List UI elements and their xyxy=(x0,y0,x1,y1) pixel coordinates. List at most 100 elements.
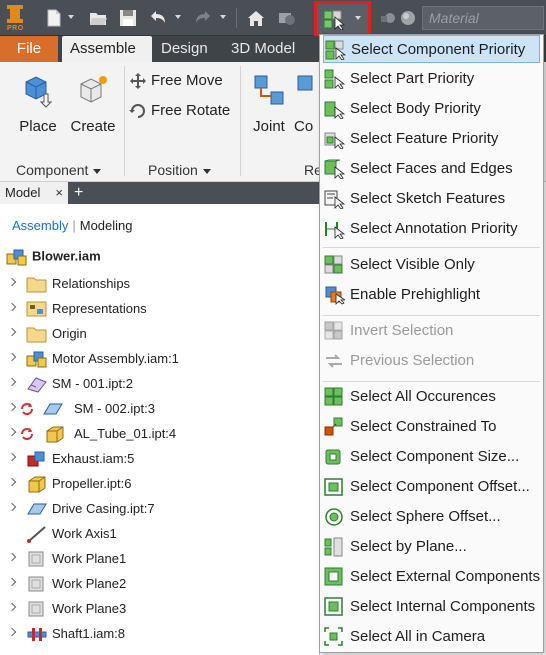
tree-item-label: Representations xyxy=(52,301,147,316)
menu-item-previous-selection: Previous Selection xyxy=(323,347,540,375)
menu-item-label: Select Component Priority xyxy=(351,41,526,58)
menu-item-select-component-size[interactable]: Select Component Size... xyxy=(323,443,540,471)
panel-component-label[interactable]: Component xyxy=(16,162,102,178)
chevron-right-icon[interactable] xyxy=(7,477,17,487)
tree-item-work-plane1[interactable]: Work Plane1 xyxy=(0,547,320,572)
sheet-metal-icon xyxy=(27,377,47,393)
tree-item-work-plane3[interactable]: Work Plane3 xyxy=(0,597,320,622)
select-component-icon xyxy=(323,10,345,30)
close-icon[interactable]: × xyxy=(55,182,63,204)
menu-item-select-external-components[interactable]: Select External Components xyxy=(323,563,540,591)
chevron-right-icon[interactable] xyxy=(7,552,17,562)
representations-icon xyxy=(26,301,47,317)
constrain-button[interactable]: Co xyxy=(294,72,320,135)
menu-item-select-sphere-offset[interactable]: Select Sphere Offset... xyxy=(323,503,540,531)
tree-root[interactable]: Blower.iam xyxy=(6,248,101,266)
material-sphere-icon[interactable] xyxy=(398,8,418,28)
save-icon[interactable] xyxy=(118,8,138,28)
tab-file[interactable]: File xyxy=(0,36,58,62)
undo-icon[interactable] xyxy=(148,8,168,28)
tab-3d-model[interactable]: 3D Model xyxy=(223,36,303,62)
joint-button[interactable]: Joint xyxy=(248,72,290,135)
external-components-icon xyxy=(324,567,343,586)
root-label: Blower.iam xyxy=(32,248,101,264)
tab-model[interactable]: Model × xyxy=(0,182,68,204)
home-icon[interactable] xyxy=(246,8,266,28)
redo-dropdown-icon[interactable] xyxy=(220,15,226,19)
tree-item-motor-assembly[interactable]: Motor Assembly.iam:1 xyxy=(0,347,320,372)
create-button[interactable]: Create xyxy=(68,72,118,135)
tree-item-drive-casing[interactable]: Drive Casing.ipt:7 xyxy=(0,497,320,522)
chevron-right-icon[interactable] xyxy=(7,327,17,337)
menu-item-select-feature-priority[interactable]: Select Feature Priority xyxy=(323,125,540,153)
app-logo[interactable]: PRO xyxy=(4,3,26,33)
panel-divider xyxy=(240,66,241,176)
selection-priority-button[interactable] xyxy=(314,1,371,36)
menu-item-select-all-occurences[interactable]: Select All Occurences xyxy=(323,383,540,411)
menu-item-select-faces-and-edges[interactable]: Select Faces and Edges xyxy=(323,155,540,183)
menu-item-select-internal-components[interactable]: Select Internal Components xyxy=(323,593,540,621)
tree-item-propeller[interactable]: Propeller.ipt:6 xyxy=(0,472,320,497)
chevron-right-icon[interactable] xyxy=(7,402,17,412)
menu-item-enable-prehighlight[interactable]: Enable Prehighlight xyxy=(323,281,540,309)
update-icon[interactable] xyxy=(276,8,296,28)
tab-design[interactable]: Design xyxy=(153,36,216,62)
material-dropdown[interactable]: Material xyxy=(422,6,544,30)
tree-item-work-plane2[interactable]: Work Plane2 xyxy=(0,572,320,597)
chevron-right-icon[interactable] xyxy=(7,577,17,587)
menu-item-label: Select Faces and Edges xyxy=(350,160,513,177)
menu-item-select-body-priority[interactable]: Select Body Priority xyxy=(323,95,540,123)
free-move-button[interactable]: Free Move xyxy=(128,72,223,90)
menu-item-label: Select Component Offset... xyxy=(350,478,530,495)
free-rotate-button[interactable]: Free Rotate xyxy=(128,102,230,120)
chevron-right-icon[interactable] xyxy=(7,352,17,362)
invert-selection-icon xyxy=(324,321,343,340)
chevron-right-icon[interactable] xyxy=(7,452,17,462)
appearance-icon[interactable] xyxy=(378,8,398,28)
tree-item-exhaust[interactable]: Exhaust.iam:5 xyxy=(0,447,320,472)
add-tab-button[interactable]: + xyxy=(74,182,83,204)
menu-item-select-annotation-priority[interactable]: Select Annotation Priority xyxy=(323,215,540,243)
tree-item-representations[interactable]: Representations xyxy=(0,297,320,322)
chevron-right-icon[interactable] xyxy=(7,627,17,637)
menu-item-select-constrained-to[interactable]: Select Constrained To xyxy=(323,413,540,441)
chevron-right-icon[interactable] xyxy=(7,377,17,387)
tree-item-origin[interactable]: Origin xyxy=(0,322,320,347)
work-plane-icon xyxy=(28,551,44,567)
selection-dropdown-icon[interactable] xyxy=(355,16,361,20)
tree-item-sm-001[interactable]: SM - 001.ipt:2 xyxy=(0,372,320,397)
panel-position-label[interactable]: Position xyxy=(148,162,211,178)
chevron-right-icon[interactable] xyxy=(7,277,17,287)
tree-item-label: Shaft1.iam:8 xyxy=(52,626,125,641)
mode-modeling[interactable]: Modeling xyxy=(80,218,133,233)
menu-item-select-all-in-camera[interactable]: Select All in Camera xyxy=(323,623,540,651)
undo-dropdown-icon[interactable] xyxy=(175,15,181,19)
chevron-right-icon[interactable] xyxy=(7,302,17,312)
browser-tab-bar: Model × + xyxy=(0,182,320,204)
menu-item-select-sketch-features[interactable]: Select Sketch Features xyxy=(323,185,540,213)
menu-item-select-visible-only[interactable]: Select Visible Only xyxy=(323,251,540,279)
assembly-icon xyxy=(26,351,47,368)
place-button[interactable]: Place xyxy=(10,72,66,135)
mode-assembly[interactable]: Assembly xyxy=(12,218,68,233)
new-file-icon[interactable] xyxy=(44,8,64,28)
menu-item-select-part-priority[interactable]: Select Part Priority xyxy=(323,65,540,93)
open-folder-icon[interactable] xyxy=(88,8,108,28)
tree-item-label: Exhaust.iam:5 xyxy=(52,451,135,466)
new-dropdown-icon[interactable] xyxy=(68,15,74,19)
redo-icon[interactable] xyxy=(193,8,213,28)
menu-item-select-component-priority[interactable]: Select Component Priority xyxy=(323,35,540,63)
tree-item-relationships[interactable]: Relationships xyxy=(0,272,320,297)
menu-item-select-by-plane[interactable]: Select by Plane... xyxy=(323,533,540,561)
menu-item-select-component-offset[interactable]: Select Component Offset... xyxy=(323,473,540,501)
chevron-right-icon[interactable] xyxy=(7,427,17,437)
tree-item-shaft1[interactable]: Shaft1.iam:8 xyxy=(0,622,320,647)
tree-item-al-tube[interactable]: AL_Tube_01.ipt:4 xyxy=(0,422,320,447)
chevron-right-icon[interactable] xyxy=(7,602,17,612)
constrain-label: Co xyxy=(294,118,314,135)
tree-item-sm-002[interactable]: SM - 002.ipt:3 xyxy=(0,397,320,422)
tree-item-work-axis1[interactable]: Work Axis1 xyxy=(0,522,320,547)
chevron-right-icon[interactable] xyxy=(7,502,17,512)
tree-item-label: Drive Casing.ipt:7 xyxy=(52,501,155,516)
tab-assemble[interactable]: Assemble xyxy=(62,36,152,62)
